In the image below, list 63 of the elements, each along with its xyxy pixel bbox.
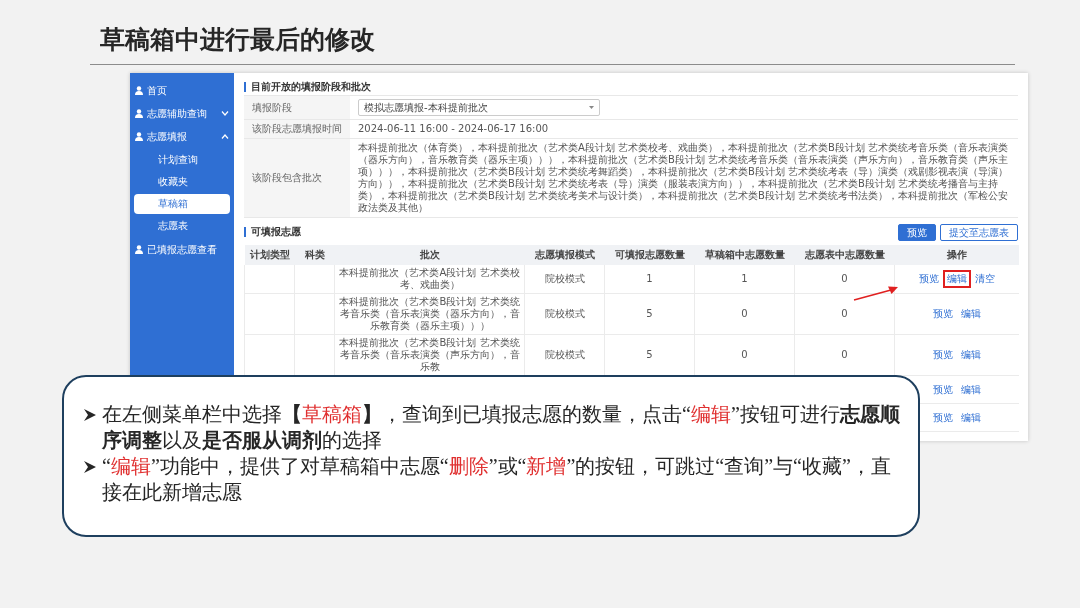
column-header: 批次 — [419, 249, 440, 260]
field-label: 填报阶段 — [252, 100, 292, 115]
action-link[interactable]: 编辑 — [956, 346, 985, 364]
submit-button[interactable]: 提交至志愿表 — [940, 223, 1018, 241]
field-label: 该阶段志愿填报时间 — [252, 122, 342, 136]
user-icon — [135, 86, 143, 95]
bullet-arrow-icon — [84, 409, 96, 421]
table-cell: 0 — [741, 349, 748, 360]
table-cell: 本科提前批次（艺术类B段计划 艺术类统考音乐类（音乐表演类（声乐方向），音乐教 — [339, 337, 520, 372]
table-cell: 院校模式 — [544, 349, 585, 360]
submenu-item[interactable]: 计划查询 — [134, 150, 230, 170]
menu-item[interactable]: 志愿填报 — [130, 125, 234, 148]
action-link[interactable]: 编辑 — [956, 305, 985, 323]
pointer-arrow — [853, 285, 899, 301]
submenu-item[interactable]: 志愿表 — [134, 216, 230, 236]
action-link[interactable]: 编辑 — [956, 408, 985, 427]
field-label: 该阶段包含批次 — [252, 171, 322, 185]
table-cell: 0 — [841, 308, 848, 319]
action-link[interactable]: 清空 — [970, 270, 999, 288]
table-cell: 0 — [741, 308, 748, 319]
table-cell: 0 — [841, 273, 848, 284]
table-cell: 本科提前批次（艺术类A段计划 艺术类校考、戏曲类） — [339, 267, 520, 290]
menu-item[interactable]: 首页 — [130, 79, 234, 102]
field-value: 本科提前批次（体育类），本科提前批次（艺术类A段计划 艺术类校考、戏曲类），本科提前批次（艺术类B段计划 艺术类统考音乐类（音乐表演类（器乐方向），音乐教育类（器乐主项））），本科提前批次（艺术类B段计划 艺术类统考音乐类（音乐表演类（声乐方向），音乐教育类（声乐主项））），本科提前批次（艺术类B段计划 艺术类统考舞蹈类），本科提前批次（艺术类B段计划 艺术类统考表（导）演类（戏剧影视表演（导演）方向）），本科提前批次（艺术类B段计划 艺术类统考表（导）演类（服装表演方向）），本科提前批次（艺术类B段计划 艺术类统考播音与主持类），本科提前批次（艺术类B段计划 艺术类统考美术与设计类），本科提前批次（艺术类B段计划 艺术类统考书法类），本科提前批次（军检公安政法类及其他） — [358, 142, 1010, 214]
bullet-text: “编辑”功能中，提供了对草稿箱中志愿“删除”或“新增”的按钮，可跳过“查询”与“收藏”，直接在此新增志愿 — [102, 454, 892, 505]
section-heading: 可填报志愿 — [251, 225, 301, 239]
submenu-item[interactable]: 收藏夹 — [134, 172, 230, 192]
action-link[interactable]: 编辑 — [942, 270, 971, 288]
column-header: 可填报志愿数量 — [614, 249, 685, 260]
column-header: 草稿箱中志愿数量 — [704, 249, 785, 260]
submenu-item[interactable]: 草稿箱 — [134, 194, 230, 214]
action-link[interactable]: 预览 — [928, 380, 957, 399]
table-cell: 院校模式 — [544, 273, 585, 284]
menu-item[interactable]: 已填报志愿查看 — [130, 238, 234, 261]
column-header: 科类 — [304, 249, 325, 260]
table-cell: 院校模式 — [544, 308, 585, 319]
slide-title: 草稿箱中进行最后的修改 — [99, 24, 376, 56]
preview-button[interactable]: 预览 — [898, 223, 936, 241]
action-link[interactable]: 预览 — [914, 270, 943, 288]
field-value: 2024-06-11 16:00 - 2024-06-17 16:00 — [358, 123, 549, 135]
user-icon — [135, 132, 143, 141]
stage-dropdown[interactable]: 模拟志愿填报-本科提前批次 — [358, 99, 600, 116]
bullet-text: 在左侧菜单栏中选择【草稿箱】，查询到已填报志愿的数量，点击“编辑”按钮可进行志愿顺序调整以及是否服从调剂的选择 — [102, 402, 901, 453]
section-heading: 目前开放的填报阶段和批次 — [251, 80, 371, 94]
user-icon — [135, 245, 143, 254]
action-link[interactable]: 预览 — [928, 346, 957, 364]
caret-icon — [589, 106, 594, 109]
column-header: 操作 — [946, 249, 967, 260]
bullet-arrow-icon — [84, 461, 96, 473]
column-header: 志愿表中志愿数量 — [804, 249, 885, 260]
table-cell: 5 — [646, 349, 653, 360]
table-cell: 1 — [741, 273, 748, 284]
action-link[interactable]: 编辑 — [956, 380, 985, 399]
column-header: 计划类型 — [249, 249, 290, 260]
user-icon — [135, 109, 143, 118]
action-link[interactable]: 预览 — [928, 408, 957, 427]
action-link[interactable]: 预览 — [928, 305, 957, 323]
table-cell: 本科提前批次（艺术类B段计划 艺术类统考音乐类（音乐表演类（器乐方向），音乐教育类（器乐主项））） — [339, 296, 520, 331]
table-cell: 0 — [841, 349, 848, 360]
table-cell: 5 — [646, 308, 653, 319]
column-header: 志愿填报模式 — [534, 249, 595, 260]
menu-item[interactable]: 志愿辅助查询 — [130, 102, 234, 125]
table-cell: 1 — [646, 273, 653, 284]
